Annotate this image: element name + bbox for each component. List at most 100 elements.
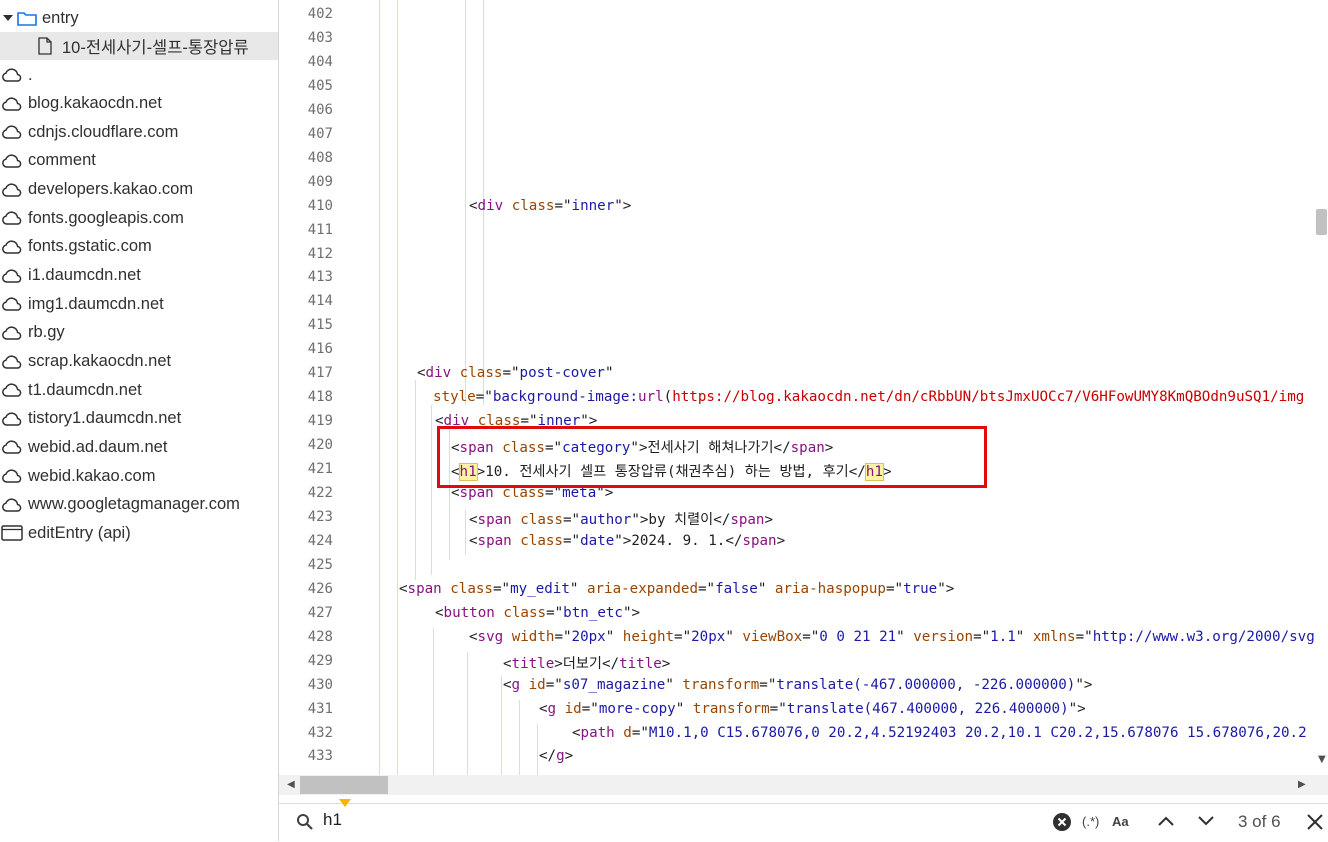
domain-label: webid.ad.daum.net (28, 437, 168, 456)
code-token: translate(467.400000, 226.400000) (786, 700, 1069, 717)
code-token: style (433, 389, 476, 406)
line-number: 418 (307, 389, 333, 406)
clear-search-icon[interactable] (1052, 812, 1072, 832)
code-token: id (564, 700, 582, 717)
regex-toggle-button[interactable]: (.*) (1082, 814, 1099, 829)
code-line: <span class="my_edit" aria-expanded="fal… (399, 581, 954, 597)
tree-item-domain[interactable]: webid.ad.daum.net (0, 433, 278, 461)
file-icon (38, 37, 52, 55)
code-token: </ (539, 748, 557, 765)
match-case-button[interactable]: Aa (1112, 814, 1129, 829)
code-token: =" (802, 628, 820, 645)
line-number: 416 (307, 341, 333, 358)
code-token: 0 0 21 21 (819, 628, 897, 645)
tree-item-domain[interactable]: t1.daumcdn.net (0, 376, 278, 404)
code-token: =" (581, 700, 599, 717)
tree-item-domain[interactable]: webid.kakao.com (0, 462, 278, 490)
indent-guide (433, 628, 434, 775)
scroll-right-arrow-icon[interactable]: ▶ (1298, 779, 1306, 790)
code-token: transform (682, 676, 760, 693)
cloud-icon (2, 326, 22, 340)
code-line: <span class="author">by 치렬이</span> (469, 509, 773, 529)
search-input[interactable]: h1 (323, 810, 342, 830)
code-token: svg (477, 628, 504, 645)
tree-folder-entry[interactable]: entry (0, 4, 278, 32)
tree-item-domain[interactable]: rb.gy (0, 319, 278, 347)
line-number: 405 (307, 77, 333, 94)
previous-match-icon[interactable] (1157, 814, 1175, 828)
code-line: <title>더보기</title> (503, 653, 670, 673)
code-token: true (903, 580, 938, 597)
code-token: 2024. 9. 1. (631, 532, 726, 549)
code-token: 더보기 (562, 655, 602, 672)
code-token: title (619, 655, 662, 672)
vertical-scrollbar[interactable] (1314, 0, 1328, 775)
tree-item-domain[interactable]: www.googletagmanager.com (0, 491, 278, 519)
code-token: width (511, 628, 555, 645)
tree-item-domain[interactable]: comment (0, 147, 278, 175)
code-token: by 치렬이 (648, 511, 714, 528)
line-number: 417 (307, 365, 333, 382)
tree-file-selected[interactable]: 10-전세사기-셀프-통장압류 (0, 32, 278, 60)
line-number: 403 (307, 29, 333, 46)
line-number: 424 (307, 532, 333, 549)
tree-item-domain[interactable]: fonts.gstatic.com (0, 233, 278, 261)
line-number: 409 (307, 173, 333, 190)
code-line: <div class="post-cover" (417, 365, 614, 381)
horizontal-scrollbar-thumb[interactable] (300, 776, 388, 794)
tree-item-domain[interactable]: fonts.googleapis.com (0, 204, 278, 232)
code-token: more-copy (598, 700, 676, 717)
scroll-down-arrow-icon[interactable]: ▼ (1318, 754, 1326, 765)
resize-handle-icon[interactable] (338, 798, 352, 808)
source-code-editor[interactable]: 402 403 404 405 406 407 408 409 410 411 412 413 414 4… (279, 0, 1328, 775)
tree-item-domain[interactable]: tistory1.daumcdn.net (0, 405, 278, 433)
next-match-icon[interactable] (1197, 814, 1215, 828)
tree-item-domain[interactable]: developers.kakao.com (0, 176, 278, 204)
code-token: false (715, 580, 758, 597)
code-token: my_edit (510, 580, 570, 597)
indent-guide (467, 652, 468, 775)
tree-item-api[interactable]: editEntry (api) (0, 519, 278, 547)
code-line: <path d="M10.1,0 C15.678076,0 20.2,4.521… (572, 725, 1307, 741)
domain-label: fonts.googleapis.com (28, 208, 184, 227)
code-token: < (503, 655, 512, 672)
tree-item-domain[interactable]: i1.daumcdn.net (0, 262, 278, 290)
line-number: 406 (307, 101, 333, 118)
code-token: "> (614, 532, 632, 549)
line-number: 421 (307, 461, 333, 478)
indent-guide (465, 510, 466, 555)
code-token: =" (973, 628, 991, 645)
code-token: " (569, 580, 587, 597)
code-token: < (435, 604, 444, 621)
cloud-icon (2, 211, 22, 225)
tree-item-domain[interactable]: cdnjs.cloudflare.com (0, 118, 278, 146)
code-token: class (520, 511, 563, 528)
indent-guide (465, 0, 466, 405)
code-token: M10.1,0 C15.678076,0 20.2,4.52192403 20.… (648, 724, 1307, 741)
scroll-left-arrow-icon[interactable]: ◀ (287, 779, 295, 790)
line-number: 402 (307, 6, 333, 22)
code-token: 20px (571, 628, 606, 645)
tree-item-domain[interactable]: . (0, 61, 278, 89)
code-token: span (407, 580, 442, 597)
code-token: =" (546, 604, 564, 621)
close-icon[interactable] (1306, 813, 1324, 831)
code-token: > (661, 655, 671, 672)
tree-item-domain[interactable]: scrap.kakaocdn.net (0, 348, 278, 376)
code-line: <svg width="20px" height="20px" viewBox=… (469, 629, 1315, 645)
code-token: > (776, 532, 786, 549)
tree-item-domain[interactable]: img1.daumcdn.net (0, 290, 278, 318)
line-number: 429 (307, 652, 333, 669)
vertical-scrollbar-thumb[interactable] (1316, 209, 1327, 235)
cloud-icon (2, 125, 22, 140)
triangle-down-icon[interactable] (2, 12, 14, 24)
horizontal-scrollbar[interactable] (279, 775, 1328, 795)
line-number: 428 (307, 628, 333, 645)
code-token: </ (725, 532, 743, 549)
tree-item-domain[interactable]: blog.kakaocdn.net (0, 90, 278, 118)
code-token: https://blog.kakaocdn.net/dn/cRbbUN/btsJ… (672, 389, 1305, 406)
cloud-icon (2, 469, 22, 483)
code-token: =" (545, 676, 563, 693)
